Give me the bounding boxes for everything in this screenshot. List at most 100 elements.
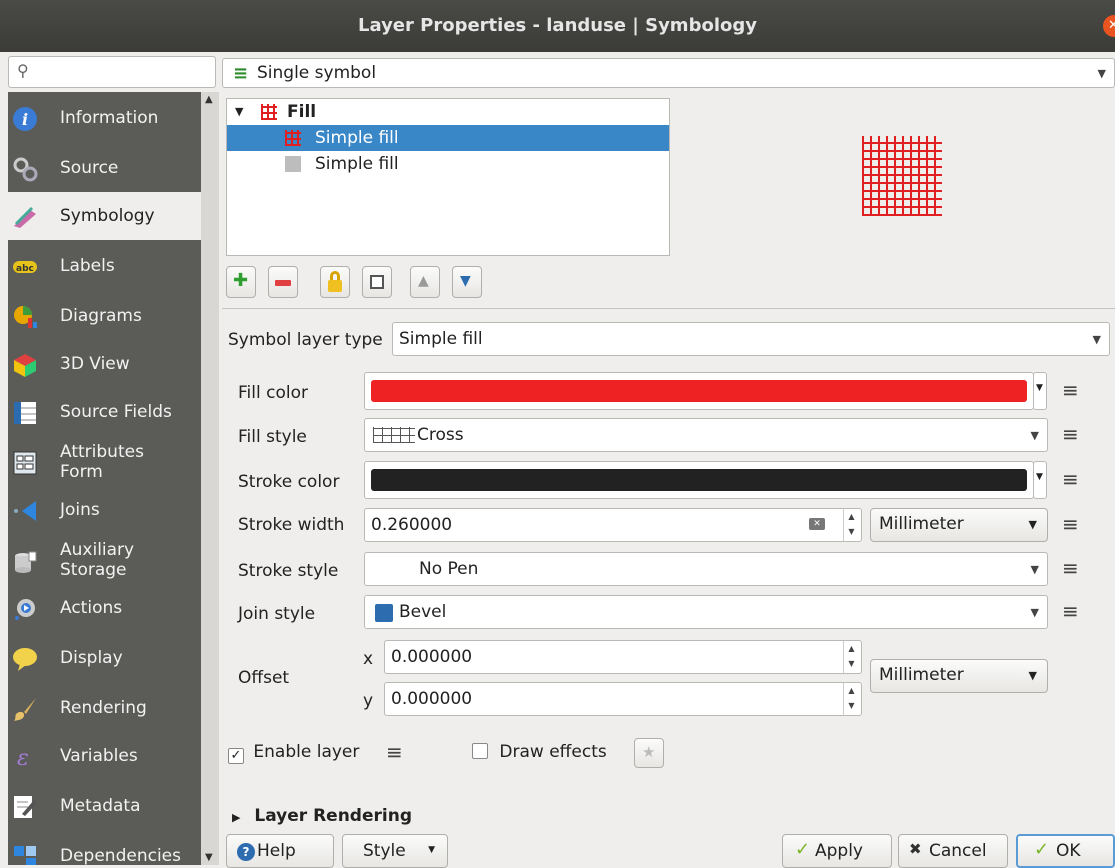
data-defined-override-icon[interactable]: ≡ bbox=[1062, 467, 1086, 491]
offset-unit-select[interactable]: Millimeter ▼ bbox=[870, 659, 1048, 693]
offset-y-label: y bbox=[363, 691, 374, 711]
data-defined-override-icon[interactable]: ≡ bbox=[1062, 556, 1086, 580]
tree-row-simple-fill-1[interactable]: Simple fill bbox=[227, 125, 669, 151]
ok-button[interactable]: ✓ OK bbox=[1016, 834, 1115, 868]
expand-arrow-icon[interactable]: ▼ bbox=[235, 99, 243, 125]
stroke-width-input[interactable]: 0.260000 ✕ ▲ ▼ bbox=[364, 508, 862, 542]
window-title-bar: Layer Properties - landuse | Symbology ✕ bbox=[0, 0, 1115, 52]
sidebar-item-actions[interactable]: Actions bbox=[8, 584, 201, 632]
window-title: Layer Properties - landuse | Symbology bbox=[358, 15, 757, 36]
brush-icon bbox=[14, 206, 36, 228]
sidebar-item-label-line2: Storage bbox=[60, 560, 127, 580]
offset-y-input[interactable]: 0.000000 ▲ ▼ bbox=[384, 682, 862, 716]
tree-row-fill[interactable]: ▼ Fill bbox=[227, 99, 669, 125]
offset-x-input[interactable]: 0.000000 ▲ ▼ bbox=[384, 640, 862, 674]
checkmark-icon: ✓ bbox=[228, 748, 244, 764]
minus-icon bbox=[275, 280, 291, 286]
offset-x-spinner[interactable]: ▲ ▼ bbox=[843, 641, 859, 673]
expand-arrow-icon: ▶ bbox=[232, 811, 241, 824]
apply-button[interactable]: ✓ Apply bbox=[782, 834, 892, 868]
cancel-icon: ✖ bbox=[909, 840, 922, 858]
tree-root-label: Fill bbox=[287, 102, 317, 122]
scroll-up-icon[interactable]: ▲ bbox=[205, 94, 213, 105]
enable-layer-checkbox[interactable]: ✓ Enable layer bbox=[228, 742, 359, 764]
help-button[interactable]: ? Help bbox=[226, 834, 334, 868]
data-defined-override-icon[interactable]: ≡ bbox=[1062, 512, 1086, 536]
join-style-label: Join style bbox=[238, 604, 316, 624]
data-defined-override-icon[interactable]: ≡ bbox=[1062, 378, 1086, 402]
search-input[interactable]: ⚲ bbox=[8, 56, 216, 88]
lock-layer-button[interactable] bbox=[320, 266, 350, 298]
sidebar-item-dependencies[interactable]: Dependencies bbox=[8, 832, 201, 865]
sidebar-item-source-fields[interactable]: Source Fields bbox=[8, 388, 201, 436]
stroke-style-select[interactable]: No Pen ▼ bbox=[364, 552, 1048, 586]
fill-color-dropdown[interactable]: ▼ bbox=[1033, 372, 1047, 410]
fill-style-select[interactable]: Cross ▼ bbox=[364, 418, 1048, 452]
sidebar-item-metadata[interactable]: Metadata bbox=[8, 782, 201, 830]
cancel-button[interactable]: ✖ Cancel bbox=[898, 834, 1008, 868]
sidebar-item-attributes-form[interactable]: Attributes Form bbox=[8, 438, 201, 486]
symbol-layer-type-label: Symbol layer type bbox=[228, 330, 383, 350]
offset-y-spinner[interactable]: ▲ ▼ bbox=[843, 683, 859, 715]
stroke-width-unit-select[interactable]: Millimeter ▼ bbox=[870, 508, 1048, 542]
symbol-layer-tree[interactable]: ▼ Fill Simple fill Simple fill bbox=[226, 98, 670, 256]
sidebar-item-joins[interactable]: Joins bbox=[8, 486, 201, 534]
move-down-button[interactable]: ▼ bbox=[452, 266, 482, 298]
add-layer-button[interactable]: ✚ bbox=[226, 266, 256, 298]
chevron-down-icon: ▼ bbox=[1030, 606, 1039, 619]
style-button[interactable]: Style ▼ bbox=[342, 834, 448, 868]
symbol-preview bbox=[862, 136, 942, 216]
sidebar-item-information[interactable]: i Information bbox=[8, 94, 201, 142]
data-defined-override-icon[interactable]: ≡ bbox=[386, 740, 403, 764]
cancel-label: Cancel bbox=[929, 841, 987, 861]
data-defined-override-icon[interactable]: ≡ bbox=[1062, 599, 1086, 623]
svg-text:abc: abc bbox=[16, 264, 34, 274]
pie-chart-icon bbox=[14, 306, 37, 328]
sidebar-item-source[interactable]: Source bbox=[8, 144, 201, 192]
arrow-up-icon: ▲ bbox=[418, 273, 429, 289]
sidebar-scrollbar[interactable]: ▲ ▼ bbox=[201, 92, 219, 865]
sidebar-item-diagrams[interactable]: Diagrams bbox=[8, 292, 201, 340]
ok-label: OK bbox=[1056, 841, 1081, 861]
duplicate-layer-button[interactable] bbox=[362, 266, 392, 298]
sidebar-item-display[interactable]: Display bbox=[8, 634, 201, 682]
effects-settings-button[interactable]: ★ bbox=[634, 738, 664, 768]
sidebar-item-rendering[interactable]: Rendering bbox=[8, 684, 201, 732]
sidebar: i Information Source Symbology abc Label… bbox=[8, 92, 201, 865]
solid-fill-icon bbox=[285, 156, 301, 172]
join-style-select[interactable]: Bevel ▼ bbox=[364, 595, 1048, 629]
draw-effects-checkbox[interactable]: Draw effects bbox=[472, 742, 607, 762]
sidebar-item-symbology[interactable]: Symbology bbox=[8, 192, 201, 240]
stroke-color-dropdown[interactable]: ▼ bbox=[1033, 461, 1047, 499]
move-up-button[interactable]: ▲ bbox=[410, 266, 440, 298]
stroke-width-spinner[interactable]: ▲ ▼ bbox=[843, 509, 859, 541]
sidebar-item-labels[interactable]: abc Labels bbox=[8, 242, 201, 290]
tree-row-simple-fill-2[interactable]: Simple fill bbox=[227, 151, 669, 177]
sidebar-item-variables[interactable]: ε Variables bbox=[8, 732, 201, 780]
stroke-color-button[interactable] bbox=[364, 461, 1034, 499]
close-icon[interactable]: ✕ bbox=[1103, 15, 1115, 37]
remove-layer-button[interactable] bbox=[268, 266, 298, 298]
sidebar-item-3d-view[interactable]: 3D View bbox=[8, 340, 201, 388]
layer-rendering-section[interactable]: ▶ Layer Rendering bbox=[232, 806, 412, 826]
data-defined-override-icon[interactable]: ≡ bbox=[1062, 422, 1086, 446]
stroke-color-swatch bbox=[371, 469, 1027, 491]
style-label: Style bbox=[363, 841, 406, 861]
apply-label: Apply bbox=[815, 841, 863, 861]
offset-label: Offset bbox=[238, 668, 290, 688]
enable-layer-label: Enable layer bbox=[253, 742, 360, 762]
sidebar-item-label: Attributes bbox=[60, 442, 144, 462]
sidebar-item-label-line2: Form bbox=[60, 462, 103, 482]
cross-fill-icon bbox=[285, 130, 301, 146]
chevron-down-icon: ▼ bbox=[1030, 563, 1039, 576]
svg-text:ε: ε bbox=[17, 746, 29, 770]
fill-color-button[interactable] bbox=[364, 372, 1034, 410]
dependencies-icon bbox=[14, 846, 36, 865]
clear-icon[interactable]: ✕ bbox=[809, 518, 825, 530]
symbol-layer-type-select[interactable]: Simple fill ▼ bbox=[392, 322, 1110, 356]
info-icon: i bbox=[13, 107, 37, 131]
sidebar-item-auxiliary-storage[interactable]: Auxiliary Storage bbox=[8, 536, 201, 584]
scroll-down-icon[interactable]: ▼ bbox=[205, 852, 213, 863]
renderer-type-select[interactable]: ≡ Single symbol ▼ bbox=[222, 58, 1115, 88]
cross-pattern-icon bbox=[373, 427, 415, 443]
